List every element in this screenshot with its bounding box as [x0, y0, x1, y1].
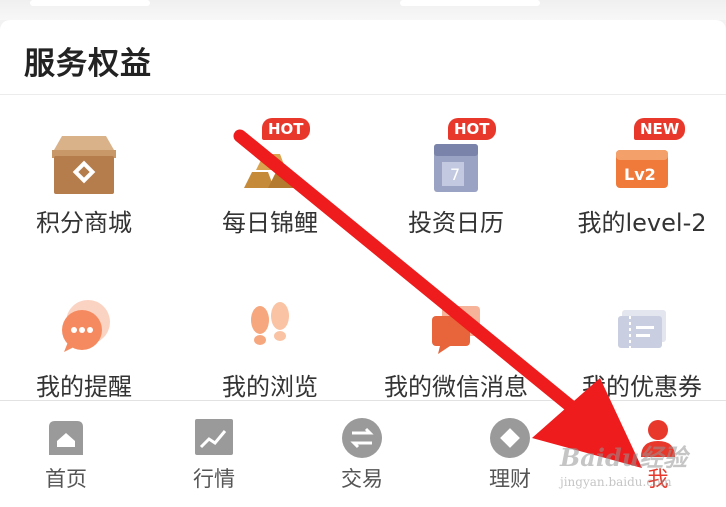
- wealth-icon: [490, 418, 530, 458]
- service-label: 我的浏览: [222, 373, 318, 401]
- service-label: 投资日历: [408, 209, 504, 237]
- tab-market[interactable]: 行情: [154, 401, 274, 501]
- service-investment-calendar[interactable]: 7 HOT 投资日历: [376, 118, 536, 248]
- tab-label: 首页: [45, 467, 87, 491]
- wechat-message-icon: [432, 306, 480, 354]
- service-label: 我的level-2: [577, 209, 707, 237]
- hot-badge: HOT: [262, 118, 310, 140]
- tab-wealth[interactable]: 理财: [450, 401, 570, 501]
- reminder-bubble-icon: [62, 300, 110, 352]
- svg-text:Lv2: Lv2: [624, 165, 656, 184]
- home-icon: [49, 421, 83, 455]
- footprints-icon: [251, 302, 289, 345]
- service-wechat-messages[interactable]: 我的微信消息: [376, 282, 536, 412]
- trade-exchange-icon: [342, 418, 382, 458]
- service-points-mall[interactable]: 积分商城: [4, 118, 164, 248]
- watermark-url: jingyan.baidu.com: [560, 475, 672, 489]
- service-my-level2[interactable]: Lv2 NEW 我的level-2: [562, 118, 722, 248]
- section-title: 服务权益: [24, 46, 152, 82]
- service-my-reminders[interactable]: 我的提醒: [4, 282, 164, 412]
- tab-label: 理财: [489, 467, 531, 491]
- service-label: 我的优惠券: [582, 373, 702, 401]
- gift-box-icon: [52, 136, 116, 194]
- service-my-browsing[interactable]: 我的浏览: [190, 282, 350, 412]
- svg-text:7: 7: [450, 165, 460, 184]
- baidu-watermark: Baidu经验 jingyan.baidu.com: [560, 438, 720, 498]
- service-daily-koi[interactable]: HOT 每日锦鲤: [190, 118, 350, 248]
- service-label: 积分商城: [36, 209, 132, 237]
- top-strip: [0, 0, 726, 20]
- divider: [0, 94, 726, 95]
- service-my-coupons[interactable]: 我的优惠券: [562, 282, 722, 412]
- hot-badge: HOT: [448, 118, 496, 140]
- watermark-brand: Baidu经验: [560, 443, 688, 472]
- tab-home[interactable]: 首页: [6, 401, 126, 501]
- service-label: 每日锦鲤: [222, 209, 318, 237]
- tab-trade[interactable]: 交易: [302, 401, 422, 501]
- service-label: 我的提醒: [36, 373, 132, 401]
- coupon-icon: [618, 310, 666, 348]
- tab-label: 交易: [341, 467, 383, 491]
- new-badge: NEW: [634, 118, 686, 140]
- tab-label: 行情: [193, 467, 235, 491]
- service-label: 我的微信消息: [384, 373, 528, 401]
- market-chart-icon: [195, 419, 233, 455]
